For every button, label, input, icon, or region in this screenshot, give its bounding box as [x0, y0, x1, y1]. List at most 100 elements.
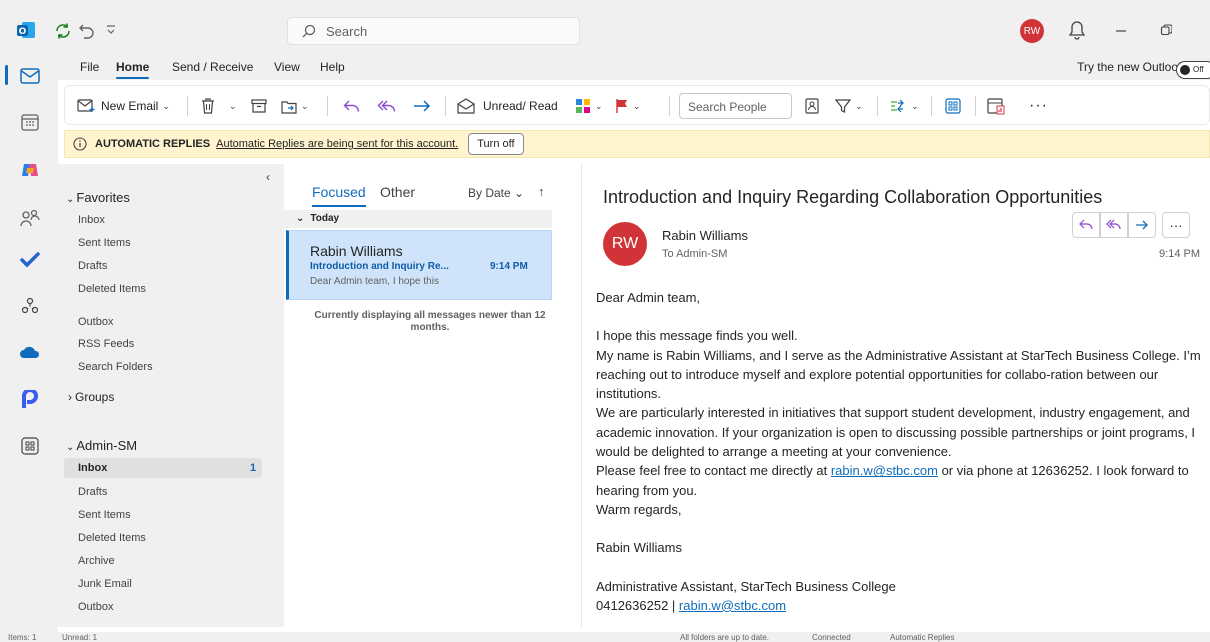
quick-access-dropdown-icon[interactable] — [106, 24, 116, 36]
delete-button[interactable]: ⌄ — [201, 96, 237, 116]
folder-rss-feeds[interactable]: RSS Feeds — [78, 338, 134, 350]
search-placeholder: Search — [326, 23, 368, 39]
todo-icon[interactable] — [18, 248, 42, 272]
folder-drafts[interactable]: Drafts — [78, 486, 107, 498]
rules-button[interactable]: ⌄ — [889, 96, 919, 116]
chevron-down-icon: ⌄ — [66, 194, 75, 205]
auto-replies-title: AUTOMATIC REPLIES — [95, 138, 211, 150]
folder-junk-email[interactable]: Junk Email — [78, 578, 132, 590]
rail-active-indicator — [5, 65, 8, 85]
sync-icon[interactable] — [54, 22, 72, 40]
folder-search-folders[interactable]: Search Folders — [78, 361, 153, 373]
group-header-today[interactable]: ⌄ Today — [284, 210, 552, 228]
filter-email-button[interactable]: ⌄ — [835, 96, 863, 116]
insights-button[interactable] — [987, 96, 1005, 116]
folder-sent-items[interactable]: Sent Items — [78, 509, 131, 521]
message-sender: Rabin Williams — [310, 243, 403, 259]
folder-favorites-inbox[interactable]: Inbox — [78, 214, 105, 226]
forward-icon — [413, 99, 431, 113]
minimize-icon[interactable] — [1115, 29, 1127, 33]
try-new-outlook-label: Try the new Outlook — [1077, 60, 1184, 74]
tab-help[interactable]: Help — [320, 60, 345, 74]
folder-favorites-drafts[interactable]: Drafts — [78, 260, 107, 272]
forward-button[interactable] — [1128, 212, 1156, 238]
tab-view[interactable]: View — [274, 60, 300, 74]
reply-button[interactable] — [343, 96, 361, 116]
outlook-logo-icon: O — [16, 20, 36, 40]
account-header[interactable]: ⌄ Admin-SM — [66, 438, 137, 453]
more-icon: ··· — [1169, 217, 1183, 233]
folder-outbox-account[interactable]: Outbox — [78, 601, 113, 613]
undo-icon[interactable] — [78, 22, 96, 40]
body-line: I hope this message finds you well. — [596, 328, 798, 344]
people-icon[interactable] — [18, 206, 42, 230]
toggle-label: Off — [1193, 65, 1204, 74]
auto-replies-link[interactable]: Automatic Replies are being sent for thi… — [216, 138, 458, 150]
sort-by-date-button[interactable]: By Date ⌄ — [468, 186, 524, 200]
favorites-header[interactable]: ⌄ Favorites — [66, 190, 130, 205]
flag-button[interactable]: ⌄ — [615, 96, 641, 116]
reply-all-button[interactable] — [1100, 212, 1128, 238]
ribbon-separator — [975, 96, 976, 116]
move-button[interactable]: ⌄ — [281, 96, 309, 116]
new-email-button[interactable]: New Email ⌄ — [77, 96, 170, 116]
apps-button[interactable] — [945, 96, 961, 116]
chevron-down-icon: ⌄ — [162, 100, 170, 111]
folder-favorites-sent-items[interactable]: Sent Items — [78, 237, 131, 249]
sort-direction-arrow-icon[interactable]: ↑ — [538, 184, 545, 199]
groups-label: Groups — [75, 390, 115, 404]
search-input[interactable]: Search — [287, 17, 580, 45]
copilot-icon[interactable] — [18, 158, 42, 182]
status-auto-replies[interactable]: Automatic Replies — [890, 633, 954, 642]
forward-button[interactable] — [413, 96, 431, 116]
menu-bar: File Home Send / Receive View Help Try t… — [58, 60, 1210, 80]
chevron-down-icon: ⌄ — [514, 186, 525, 200]
account-avatar[interactable]: RW — [1020, 19, 1044, 43]
ribbon-separator — [187, 96, 188, 116]
tab-file[interactable]: File — [80, 60, 99, 74]
status-unread: Unread: 1 — [62, 633, 98, 642]
new-email-icon — [77, 99, 95, 113]
search-people-input[interactable]: Search People — [679, 93, 792, 119]
folder-pane: ‹ ⌄ Favorites Inbox Sent Items Drafts Del… — [58, 164, 284, 627]
new-outlook-toggle[interactable]: Off — [1176, 61, 1210, 79]
folder-outbox[interactable]: Outbox — [78, 316, 113, 328]
more-apps-icon[interactable] — [18, 434, 42, 458]
groups-icon[interactable] — [18, 294, 42, 318]
recipient-line: To Admin-SM — [662, 248, 728, 260]
tab-focused[interactable]: Focused — [312, 184, 366, 207]
archive-button[interactable] — [251, 96, 267, 116]
collapse-pane-chevron-icon[interactable]: ‹ — [266, 170, 270, 184]
groups-header[interactable]: › Groups — [68, 390, 114, 404]
loop-icon[interactable] — [18, 388, 42, 412]
flag-icon — [615, 98, 629, 114]
archive-icon — [251, 99, 267, 113]
folder-archive[interactable]: Archive — [78, 555, 115, 567]
folder-favorites-deleted-items[interactable]: Deleted Items — [78, 283, 146, 295]
turn-off-button[interactable]: Turn off — [468, 133, 524, 155]
folder-inbox[interactable]: Inbox — [78, 462, 107, 474]
sender-avatar[interactable]: RW — [603, 222, 647, 266]
more-actions-button[interactable]: ··· — [1162, 212, 1190, 238]
address-book-button[interactable] — [805, 96, 819, 116]
signature-email-link[interactable]: rabin.w@stbc.com — [679, 598, 786, 613]
unread-read-button[interactable]: Unread/ Read — [457, 96, 558, 116]
info-icon — [73, 137, 87, 151]
signature-name: Rabin Williams — [596, 540, 682, 556]
tab-send-receive[interactable]: Send / Receive — [172, 60, 253, 74]
svg-text:O: O — [19, 27, 27, 37]
reply-all-button[interactable] — [377, 96, 397, 116]
mail-icon[interactable] — [18, 64, 42, 88]
reply-button[interactable] — [1072, 212, 1100, 238]
folder-deleted-items[interactable]: Deleted Items — [78, 532, 146, 544]
restore-icon[interactable] — [1160, 24, 1172, 36]
tab-home[interactable]: Home — [116, 60, 150, 79]
tab-other[interactable]: Other — [380, 184, 415, 200]
calendar-icon[interactable] — [18, 110, 42, 134]
more-options-button[interactable]: ··· — [1029, 96, 1048, 116]
categorize-button[interactable]: ⌄ — [575, 96, 603, 116]
email-link[interactable]: rabin.w@stbc.com — [831, 463, 938, 478]
bell-icon[interactable] — [1068, 20, 1086, 40]
sender-name[interactable]: Rabin Williams — [662, 228, 748, 243]
onedrive-icon[interactable] — [18, 340, 42, 364]
